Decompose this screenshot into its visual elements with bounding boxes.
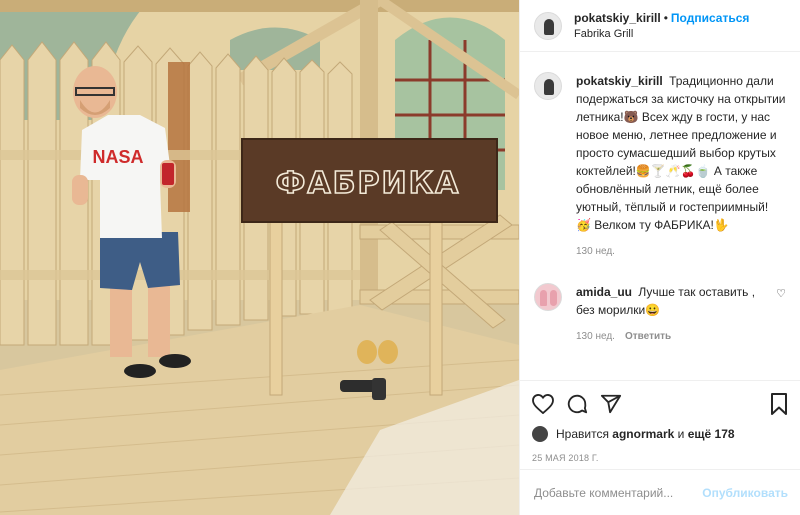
likes-prefix: Нравится — [556, 427, 609, 441]
sign-text: ФАБРИКА — [276, 166, 461, 201]
comments-area[interactable]: pokatskiy_kirill Традиционно дали подерж… — [520, 52, 800, 380]
likes-conj: и — [677, 427, 685, 441]
like-icon[interactable] — [532, 394, 554, 414]
post-header: pokatskiy_kirill • Подписаться Fabrika Gri… — [520, 0, 800, 52]
location-link[interactable]: Fabrika Grill — [574, 26, 749, 42]
comment-icon[interactable] — [566, 393, 588, 415]
comment-like-icon[interactable]: ♡ — [770, 283, 786, 346]
shirt-text: NASA — [92, 147, 143, 167]
header-username[interactable]: pokatskiy_kirill — [574, 11, 661, 25]
comment-time[interactable]: 130 нед. — [576, 331, 615, 342]
post-comment-button[interactable]: Опубликовать — [702, 486, 788, 500]
add-comment-bar: Добавьте комментарий... Опубликовать — [520, 469, 800, 515]
follow-button[interactable]: Подписаться — [671, 11, 749, 25]
comment-username[interactable]: amida_uu — [576, 285, 632, 299]
post-panel: pokatskiy_kirill • Подписаться Fabrika Gri… — [519, 0, 800, 515]
separator-dot: • — [663, 10, 668, 25]
caption-username[interactable]: pokatskiy_kirill — [576, 74, 663, 88]
caption-avatar[interactable] — [534, 72, 562, 100]
caption-time[interactable]: 130 нед. — [576, 246, 615, 257]
likes-more[interactable]: ещё 178 — [688, 427, 735, 441]
comment-avatar[interactable] — [534, 283, 562, 311]
action-bar: Нравится agnormark и ещё 178 25 МАЯ 2018… — [520, 380, 800, 463]
post-image[interactable]: ФАБРИКА NASA — [0, 0, 519, 515]
reply-button[interactable]: Ответить — [625, 331, 671, 342]
comment-item: amida_uu Лучше так оставить , без морилк… — [534, 283, 786, 346]
likes-summary: Нравится agnormark и ещё 178 — [532, 426, 788, 442]
liker-avatar[interactable] — [532, 426, 548, 442]
avatar[interactable] — [534, 11, 562, 40]
liker-username[interactable]: agnormark — [612, 427, 674, 441]
caption-text: Традиционно дали подержаться за кисточку… — [576, 74, 786, 232]
bookmark-icon[interactable] — [770, 393, 788, 415]
comment-input[interactable]: Добавьте комментарий... — [534, 486, 702, 500]
post-date[interactable]: 25 МАЯ 2018 Г. — [532, 453, 788, 463]
caption: pokatskiy_kirill Традиционно дали подерж… — [534, 72, 786, 261]
share-icon[interactable] — [600, 393, 622, 415]
